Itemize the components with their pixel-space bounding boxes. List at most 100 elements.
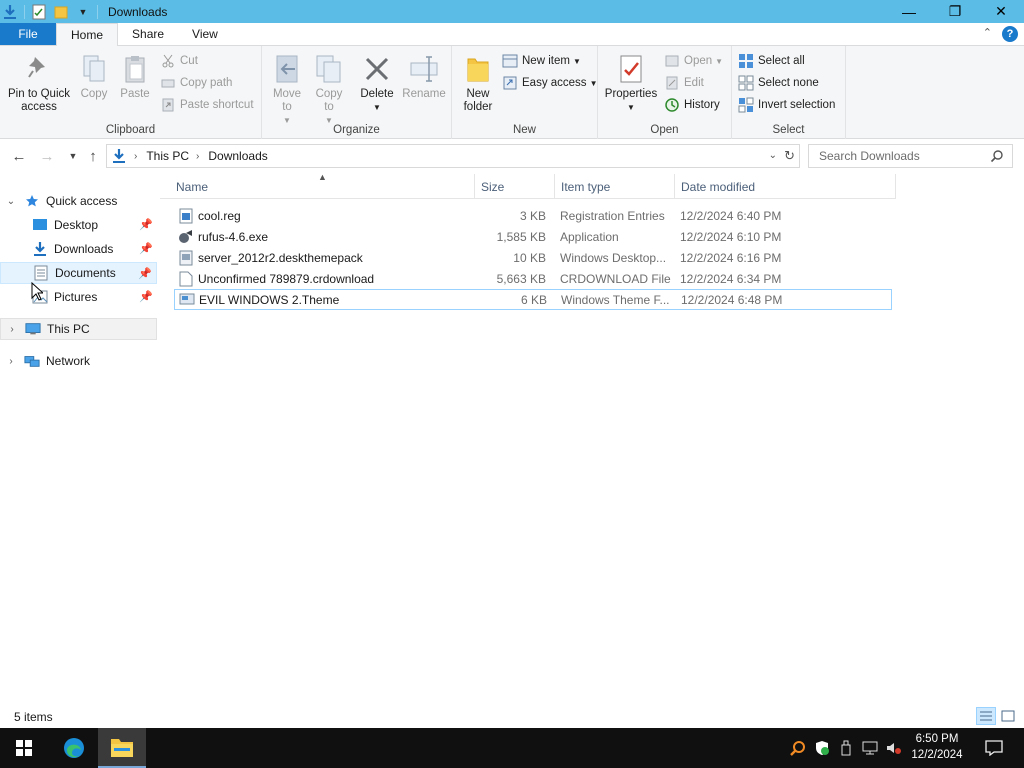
invert-selection-button[interactable]: Invert selection (738, 96, 835, 114)
select-none-button[interactable]: Select none (738, 74, 819, 92)
details-view-icon[interactable] (976, 707, 996, 725)
sidebar-item-network[interactable]: › Network (0, 350, 157, 372)
search-input[interactable]: Search Downloads (808, 144, 1013, 168)
forward-button[interactable]: → (38, 146, 56, 166)
search-tray-icon[interactable] (786, 728, 810, 768)
close-button[interactable]: ✕ (978, 0, 1024, 23)
sidebar-item-desktop[interactable]: Desktop 📌 (0, 214, 157, 236)
new-item-icon (502, 53, 518, 69)
chevron-down-icon[interactable]: ▼ (75, 4, 91, 20)
maximize-button[interactable]: ❐ (932, 0, 978, 23)
history-icon (664, 97, 680, 113)
new-folder-button[interactable]: New folder (460, 52, 496, 114)
move-to-button[interactable]: Move to ▼ (270, 52, 304, 127)
clock-time: 6:50 PM (915, 733, 959, 745)
pin-to-quick-access-button[interactable]: Pin to Quick access (4, 52, 74, 114)
minimize-button[interactable]: — (886, 0, 932, 23)
sidebar-item-this-pc[interactable]: › This PC (0, 318, 157, 340)
chevron-down-icon[interactable]: ⌄ (6, 196, 16, 207)
pin-icon[interactable]: 📌 (138, 267, 152, 280)
mouse-cursor-icon (31, 281, 45, 305)
security-shield-icon[interactable] (810, 728, 834, 768)
column-header-type[interactable]: Item type (555, 174, 675, 199)
pin-icon[interactable]: 📌 (139, 290, 153, 303)
refresh-icon[interactable]: ↻ (784, 148, 795, 164)
file-row[interactable]: EVIL WINDOWS 2.Theme 6 KB Windows Theme … (174, 289, 892, 310)
new-folder-label: New folder (463, 88, 493, 113)
new-item-button[interactable]: New item ▼ (502, 52, 581, 70)
paste-shortcut-button[interactable]: Paste shortcut (160, 96, 254, 114)
copy-path-button[interactable]: Copy path (160, 74, 232, 92)
paste-button[interactable]: Paste (118, 52, 152, 101)
sidebar-item-pictures[interactable]: Pictures 📌 (0, 286, 157, 308)
chevron-down-icon: ▼ (572, 56, 581, 66)
address-bar[interactable]: › This PC › Downloads ⌄ ↻ (106, 144, 800, 168)
file-list: Name Size Item type Date modified ▲ cool… (160, 172, 900, 694)
address-dropdown-icon[interactable]: ⌄ (769, 150, 777, 161)
chevron-right-icon[interactable]: › (6, 356, 16, 367)
copy-to-button[interactable]: Copy to ▼ (312, 52, 346, 127)
copy-button[interactable]: Copy (78, 52, 110, 101)
help-icon[interactable]: ? (1002, 26, 1018, 42)
sidebar-item-documents[interactable]: Documents 📌 (0, 262, 157, 284)
select-all-button[interactable]: Select all (738, 52, 805, 70)
application-exe-icon (178, 229, 194, 245)
column-header-date[interactable]: Date modified (675, 174, 896, 199)
back-button[interactable]: ← (10, 146, 28, 166)
usb-device-icon[interactable] (834, 728, 858, 768)
taskbar-edge[interactable] (50, 728, 98, 768)
new-group-label: New (512, 124, 536, 136)
select-all-icon (738, 53, 754, 69)
taskbar-clock[interactable]: 6:50 PM 12/2/2024 (902, 731, 972, 763)
taskbar-file-explorer[interactable] (98, 728, 146, 768)
chevron-right-icon[interactable]: › (7, 324, 17, 335)
network-tray-icon[interactable] (858, 728, 882, 768)
pin-icon[interactable]: 📌 (139, 218, 153, 231)
file-type: Windows Desktop... (560, 250, 667, 265)
file-type: Application (560, 229, 619, 244)
file-row[interactable]: rufus-4.6.exe 1,585 KB Application 12/2/… (174, 226, 892, 247)
column-header-size[interactable]: Size (475, 174, 555, 199)
sidebar-item-downloads[interactable]: Downloads 📌 (0, 238, 157, 260)
pin-icon[interactable]: 📌 (139, 242, 153, 255)
tab-share[interactable]: Share (118, 23, 178, 45)
open-button[interactable]: Open ▼ (664, 52, 723, 70)
select-all-label: Select all (758, 55, 805, 67)
sidebar-item-quick-access[interactable]: ⌄ Quick access (0, 190, 157, 212)
breadcrumb-downloads[interactable]: Downloads (208, 149, 267, 163)
recent-locations-button[interactable]: ▼ (64, 146, 82, 166)
rename-button[interactable]: Rename (402, 52, 446, 101)
large-icons-view-icon[interactable] (998, 707, 1018, 725)
properties-label: Properties ▼ (604, 88, 658, 112)
tab-home[interactable]: Home (56, 23, 119, 46)
tab-file[interactable]: File (0, 23, 56, 45)
file-row[interactable]: server_2012r2.deskthemepack 10 KB Window… (174, 247, 892, 268)
properties-quick-icon[interactable] (31, 4, 47, 20)
history-button[interactable]: History (664, 96, 720, 114)
start-button[interactable] (0, 728, 48, 768)
up-button[interactable]: ↑ (84, 146, 102, 166)
properties-button[interactable]: Properties ▼ (602, 52, 660, 114)
file-date: 12/2/2024 6:16 PM (680, 250, 782, 265)
new-folder-quick-icon[interactable] (53, 4, 69, 20)
edit-button[interactable]: Edit (664, 74, 704, 92)
easy-access-icon (502, 75, 518, 91)
notification-center-icon[interactable] (984, 738, 1004, 758)
new-group: New folder New item ▼ Easy access ▼ New (452, 46, 598, 139)
delete-button[interactable]: Delete ▼ (358, 52, 396, 114)
file-row[interactable]: Unconfirmed 789879.crdownload 5,663 KB C… (174, 268, 892, 289)
documents-icon (33, 265, 49, 281)
file-row[interactable]: cool.reg 3 KB Registration Entries 12/2/… (174, 205, 892, 226)
copy-icon (78, 52, 110, 86)
breadcrumb-this-pc[interactable]: This PC (146, 149, 189, 163)
cut-button[interactable]: Cut (160, 52, 198, 70)
collapse-ribbon-icon[interactable]: ⌃ (983, 26, 992, 42)
registry-file-icon (178, 208, 194, 224)
pin-icon (23, 52, 55, 86)
theme-file-icon (179, 292, 195, 308)
file-type: Registration Entries (560, 208, 665, 223)
taskbar: 6:50 PM 12/2/2024 (0, 728, 1024, 768)
tab-view[interactable]: View (178, 23, 232, 45)
open-icon (664, 53, 680, 69)
easy-access-button[interactable]: Easy access ▼ (502, 74, 597, 92)
